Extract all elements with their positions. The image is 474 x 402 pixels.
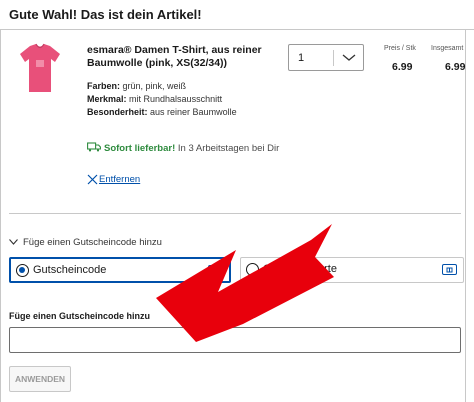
page-title: Gute Wahl! Das ist dein Artikel! (9, 7, 202, 22)
option-gift-card[interactable]: Geschenkkarte (240, 257, 464, 283)
option-voucher-code[interactable]: Gutscheincode (9, 257, 231, 283)
attribute-label: Farben: (87, 81, 121, 91)
radio-button[interactable] (246, 263, 259, 276)
truck-icon (87, 142, 101, 152)
unit-price: 6.99 (392, 61, 413, 73)
total-price-label: Insgesamt (431, 45, 464, 52)
chevron-down-icon (342, 54, 356, 61)
voucher-code-input[interactable] (9, 327, 461, 353)
delivery-status: Sofort lieferbar! (104, 143, 176, 154)
divider (9, 213, 461, 214)
attribute-label: Merkmal: (87, 94, 127, 104)
quantity-select[interactable]: 1 (288, 44, 364, 71)
attribute-value: grün, pink, weiß (122, 81, 187, 91)
select-separator (333, 50, 334, 66)
cart-panel: Gute Wahl! Das ist dein Artikel! esmara®… (0, 0, 474, 402)
attribute-label: Besonderheit: (87, 107, 148, 117)
gift-card-icon (442, 264, 457, 275)
radio-button[interactable] (16, 264, 29, 277)
panel-border (465, 29, 466, 402)
product-attribute: Farben: grün, pink, weiß (87, 81, 186, 92)
unit-price-label: Preis / Stk (384, 45, 416, 52)
delivery-detail: In 3 Arbeitstagen bei Dir (175, 143, 280, 154)
option-label: Geschenkkarte (263, 263, 337, 275)
pink-tshirt-image[interactable] (14, 42, 66, 96)
product-title[interactable]: esmara® Damen T-Shirt, aus reiner Baumwo… (87, 44, 267, 70)
total-price: 6.99 (445, 61, 466, 73)
attribute-value: mit Rundhalsausschnitt (129, 94, 223, 104)
attribute-value: aus reiner Baumwolle (150, 107, 237, 117)
product-attribute: Besonderheit: aus reiner Baumwolle (87, 107, 237, 118)
quantity-value: 1 (298, 52, 305, 64)
voucher-field-label: Füge einen Gutscheincode hinzu (9, 311, 151, 321)
voucher-card-icon (208, 265, 223, 276)
panel-border (0, 29, 1, 402)
close-icon (87, 174, 98, 185)
product-attribute: Merkmal: mit Rundhalsausschnitt (87, 94, 222, 105)
voucher-toggle-label: Füge einen Gutscheincode hinzu (23, 237, 162, 248)
divider (0, 29, 474, 30)
remove-item-label: Entfernen (99, 174, 141, 185)
delivery-info: Sofort lieferbar! In 3 Arbeitstagen bei … (104, 143, 279, 154)
option-label: Gutscheincode (33, 264, 107, 276)
apply-button[interactable]: ANWENDEN (9, 366, 71, 392)
chevron-down-icon (9, 239, 18, 245)
